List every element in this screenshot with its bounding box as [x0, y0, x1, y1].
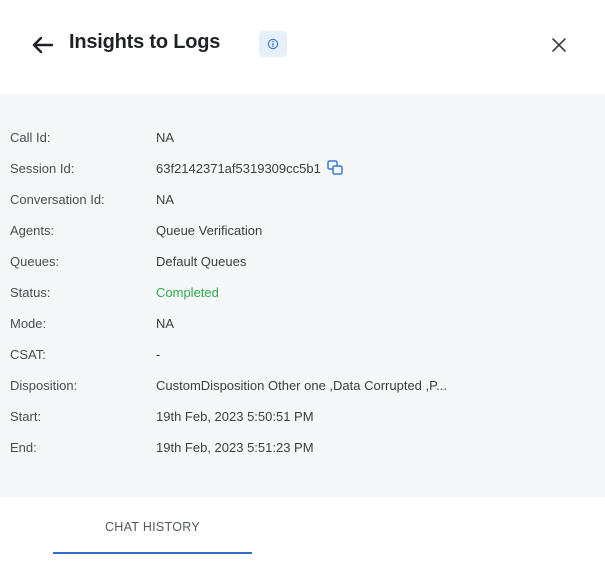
- end-value: 19th Feb, 2023 5:51:23 PM: [156, 440, 314, 455]
- mode-label: Mode:: [10, 316, 47, 331]
- detail-row-start: Start: 19th Feb, 2023 5:50:51 PM: [10, 407, 600, 427]
- status-label: Status:: [10, 285, 51, 300]
- back-button[interactable]: [30, 32, 56, 58]
- copy-session-id-button[interactable]: [326, 159, 344, 177]
- csat-value: -: [156, 347, 161, 362]
- queues-label: Queues:: [10, 254, 60, 269]
- disposition-label: Disposition:: [10, 378, 78, 393]
- tab-chat-history-label: CHAT HISTORY: [104, 520, 201, 534]
- start-label: Start:: [10, 409, 42, 424]
- start-value: 19th Feb, 2023 5:50:51 PM: [156, 409, 314, 424]
- close-icon: [552, 38, 566, 52]
- page-title: Insights to Logs: [69, 31, 221, 53]
- agents-label: Agents:: [10, 223, 55, 238]
- detail-row-mode: Mode: NA: [10, 314, 600, 334]
- session-id-value-wrap: 63f2142371af5319309cc5b1: [156, 159, 344, 179]
- conversation-id-value: NA: [156, 192, 175, 207]
- detail-row-session-id: Session Id: 63f2142371af5319309cc5b1: [10, 159, 600, 179]
- call-id-value: NA: [156, 130, 175, 145]
- call-id-label: Call Id:: [10, 130, 51, 145]
- detail-row-end: End: 19th Feb, 2023 5:51:23 PM: [10, 438, 600, 458]
- session-id-value: 63f2142371af5319309cc5b1: [156, 161, 321, 176]
- info-button[interactable]: [259, 31, 287, 57]
- arrow-left-icon: [32, 36, 54, 54]
- end-label: End:: [10, 440, 37, 455]
- session-id-label: Session Id:: [10, 161, 75, 176]
- tab-chat-history[interactable]: CHAT HISTORY: [53, 516, 252, 554]
- insights-to-logs-panel: Insights to Logs Call Id: NA Session Id:…: [0, 0, 605, 580]
- tab-bar: CHAT HISTORY: [0, 497, 605, 580]
- detail-row-status: Status: Completed: [10, 283, 600, 303]
- conversation-id-label: Conversation Id:: [10, 192, 105, 207]
- detail-row-conversation-id: Conversation Id: NA: [10, 190, 600, 210]
- detail-row-disposition: Disposition: CustomDisposition Other one…: [10, 376, 600, 396]
- copy-icon: [327, 159, 343, 175]
- queues-value: Default Queues: [156, 254, 247, 269]
- info-icon: [267, 38, 279, 50]
- detail-row-queues: Queues: Default Queues: [10, 252, 600, 272]
- disposition-value: CustomDisposition Other one ,Data Corrup…: [156, 378, 447, 393]
- detail-row-call-id: Call Id: NA: [10, 128, 600, 148]
- details-section: Call Id: NA Session Id: 63f2142371af5319…: [0, 94, 605, 497]
- agents-value: Queue Verification: [156, 223, 263, 238]
- detail-row-agents: Agents: Queue Verification: [10, 221, 600, 241]
- mode-value: NA: [156, 316, 175, 331]
- close-button[interactable]: [548, 34, 570, 56]
- active-tab-indicator: [53, 552, 252, 554]
- status-value: Completed: [156, 285, 219, 300]
- detail-row-csat: CSAT: -: [10, 345, 600, 365]
- panel-header: Insights to Logs: [0, 0, 605, 94]
- csat-label: CSAT:: [10, 347, 46, 362]
